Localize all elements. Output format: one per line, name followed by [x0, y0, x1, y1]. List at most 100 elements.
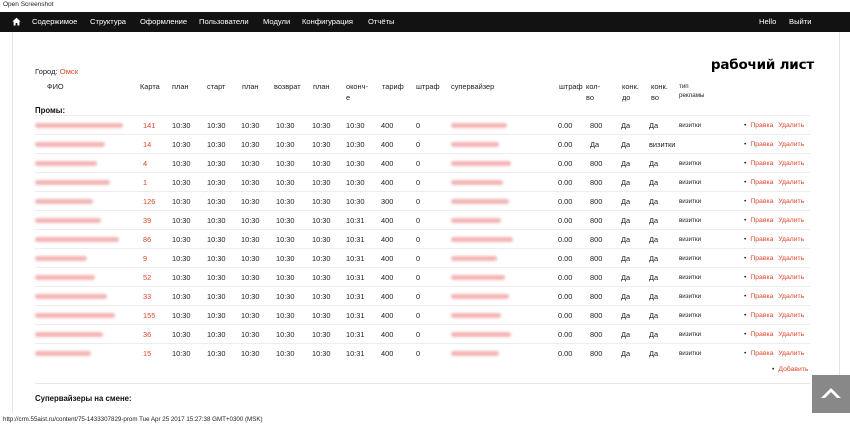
bullet-icon: • — [772, 366, 775, 373]
edit-link[interactable]: Правка — [750, 293, 773, 300]
row-konk-vo: Да — [649, 330, 659, 339]
add-link[interactable]: Добавить — [778, 366, 808, 373]
delete-link[interactable]: Удалить — [778, 274, 804, 281]
nav-item-users[interactable]: Пользователи — [199, 12, 249, 32]
row-ad-type: визитки — [679, 179, 702, 186]
row-ad-type: визитки — [679, 331, 702, 338]
edit-link[interactable]: Правка — [750, 255, 773, 262]
scroll-to-top-button[interactable] — [812, 375, 850, 413]
row-card[interactable]: 14 — [143, 135, 151, 154]
row-card[interactable]: 155 — [143, 306, 155, 325]
edit-link[interactable]: Правка — [750, 312, 773, 319]
row-qty: 800 — [590, 235, 603, 244]
row-plan: 10:30 — [312, 178, 331, 187]
table-row: 14 10:30 10:30 10:30 10:30 10:30 10:30 400 0 0.00… — [35, 134, 810, 154]
nav-hello-user[interactable]: Hello — [759, 12, 776, 32]
delete-link[interactable]: Удалить — [778, 217, 804, 224]
window-title: Open Screenshot — [3, 1, 54, 8]
nav-item-content[interactable]: Содержимое — [32, 12, 77, 32]
edit-link[interactable]: Правка — [750, 179, 773, 186]
nav-item-structure[interactable]: Структура — [90, 12, 126, 32]
row-card[interactable]: 15 — [143, 344, 151, 363]
delete-link[interactable]: Удалить — [778, 255, 804, 262]
row-card[interactable]: 33 — [143, 287, 151, 306]
redacted-name — [35, 142, 105, 147]
row-konk-do: Да — [621, 254, 631, 263]
row-card[interactable]: 1 — [143, 173, 147, 192]
edit-link[interactable]: Правка — [750, 160, 773, 167]
row-start: 10:30 — [207, 197, 226, 206]
row-card[interactable]: 141 — [143, 116, 155, 135]
page-title: рабочий лист — [710, 57, 814, 73]
edit-link[interactable]: Правка — [750, 217, 773, 224]
row-qty: 800 — [590, 273, 603, 282]
row-start: 10:30 — [207, 292, 226, 301]
redacted-supervisor — [451, 332, 511, 337]
row-plan: 10:30 — [172, 254, 191, 263]
edit-link[interactable]: Правка — [750, 331, 773, 338]
row-fine: 0.00 — [558, 140, 573, 149]
row-card[interactable]: 9 — [143, 249, 147, 268]
row-card[interactable]: 36 — [143, 325, 151, 344]
row-konk-do: Да — [621, 235, 631, 244]
city-link[interactable]: Омск — [60, 67, 78, 76]
row-fine: 0 — [416, 311, 421, 320]
edit-link[interactable]: Правка — [750, 236, 773, 243]
row-ad-type: визитки — [679, 274, 702, 281]
row-fine: 0.00 — [558, 349, 573, 358]
row-plan: 10:30 — [312, 292, 331, 301]
delete-link[interactable]: Удалить — [778, 312, 804, 319]
edit-link[interactable]: Правка — [750, 141, 773, 148]
nav-item-appearance[interactable]: Оформление — [140, 12, 187, 32]
row-plan: 10:30 — [241, 140, 260, 149]
redacted-supervisor — [451, 142, 499, 147]
delete-link[interactable]: Удалить — [778, 179, 804, 186]
row-card[interactable]: 39 — [143, 211, 151, 230]
row-konk-do: Да — [621, 349, 631, 358]
row-plan: 10:30 — [241, 292, 260, 301]
row-fine: 0 — [416, 121, 421, 130]
table-row: 39 10:30 10:30 10:30 10:30 10:30 10:31 400 0 0.00… — [35, 210, 810, 230]
row-actions: • Правка Удалить — [744, 344, 804, 363]
nav-item-reports[interactable]: Отчёты — [368, 12, 395, 32]
nav-item-modules[interactable]: Модули — [263, 12, 290, 32]
row-plan: 10:30 — [241, 216, 260, 225]
edit-link[interactable]: Правка — [750, 274, 773, 281]
edit-link[interactable]: Правка — [750, 122, 773, 129]
row-tariff: 400 — [381, 140, 394, 149]
col-header-konk-do: конк. до — [622, 82, 639, 102]
row-card[interactable]: 86 — [143, 230, 151, 249]
row-tariff: 400 — [381, 216, 394, 225]
delete-link[interactable]: Удалить — [778, 160, 804, 167]
row-plan: 10:30 — [312, 216, 331, 225]
row-plan: 10:30 — [312, 349, 331, 358]
row-card[interactable]: 4 — [143, 154, 147, 173]
row-tariff: 400 — [381, 254, 394, 263]
home-icon[interactable] — [12, 17, 21, 26]
row-start: 10:30 — [207, 273, 226, 282]
row-konk-vo: Да — [649, 235, 659, 244]
delete-link[interactable]: Удалить — [778, 350, 804, 357]
bullet-icon: • — [744, 217, 747, 224]
delete-link[interactable]: Удалить — [778, 198, 804, 205]
row-plan: 10:30 — [241, 330, 260, 339]
redacted-name — [35, 313, 115, 318]
nav-item-configuration[interactable]: Конфигурация — [302, 12, 353, 32]
delete-link[interactable]: Удалить — [778, 236, 804, 243]
row-tariff: 400 — [381, 121, 394, 130]
logout-link[interactable]: Выйти — [789, 12, 812, 32]
row-card[interactable]: 126 — [143, 192, 155, 211]
delete-link[interactable]: Удалить — [778, 331, 804, 338]
redacted-supervisor — [451, 180, 503, 185]
row-actions: • Правка Удалить — [744, 230, 804, 249]
delete-link[interactable]: Удалить — [778, 141, 804, 148]
delete-link[interactable]: Удалить — [778, 293, 804, 300]
row-card[interactable]: 52 — [143, 268, 151, 287]
edit-link[interactable]: Правка — [750, 350, 773, 357]
row-ad-type: визитки — [679, 293, 702, 300]
redacted-supervisor — [451, 313, 501, 318]
row-actions: • Правка Удалить — [744, 306, 804, 325]
edit-link[interactable]: Правка — [750, 198, 773, 205]
delete-link[interactable]: Удалить — [778, 122, 804, 129]
row-plan: 10:30 — [172, 292, 191, 301]
